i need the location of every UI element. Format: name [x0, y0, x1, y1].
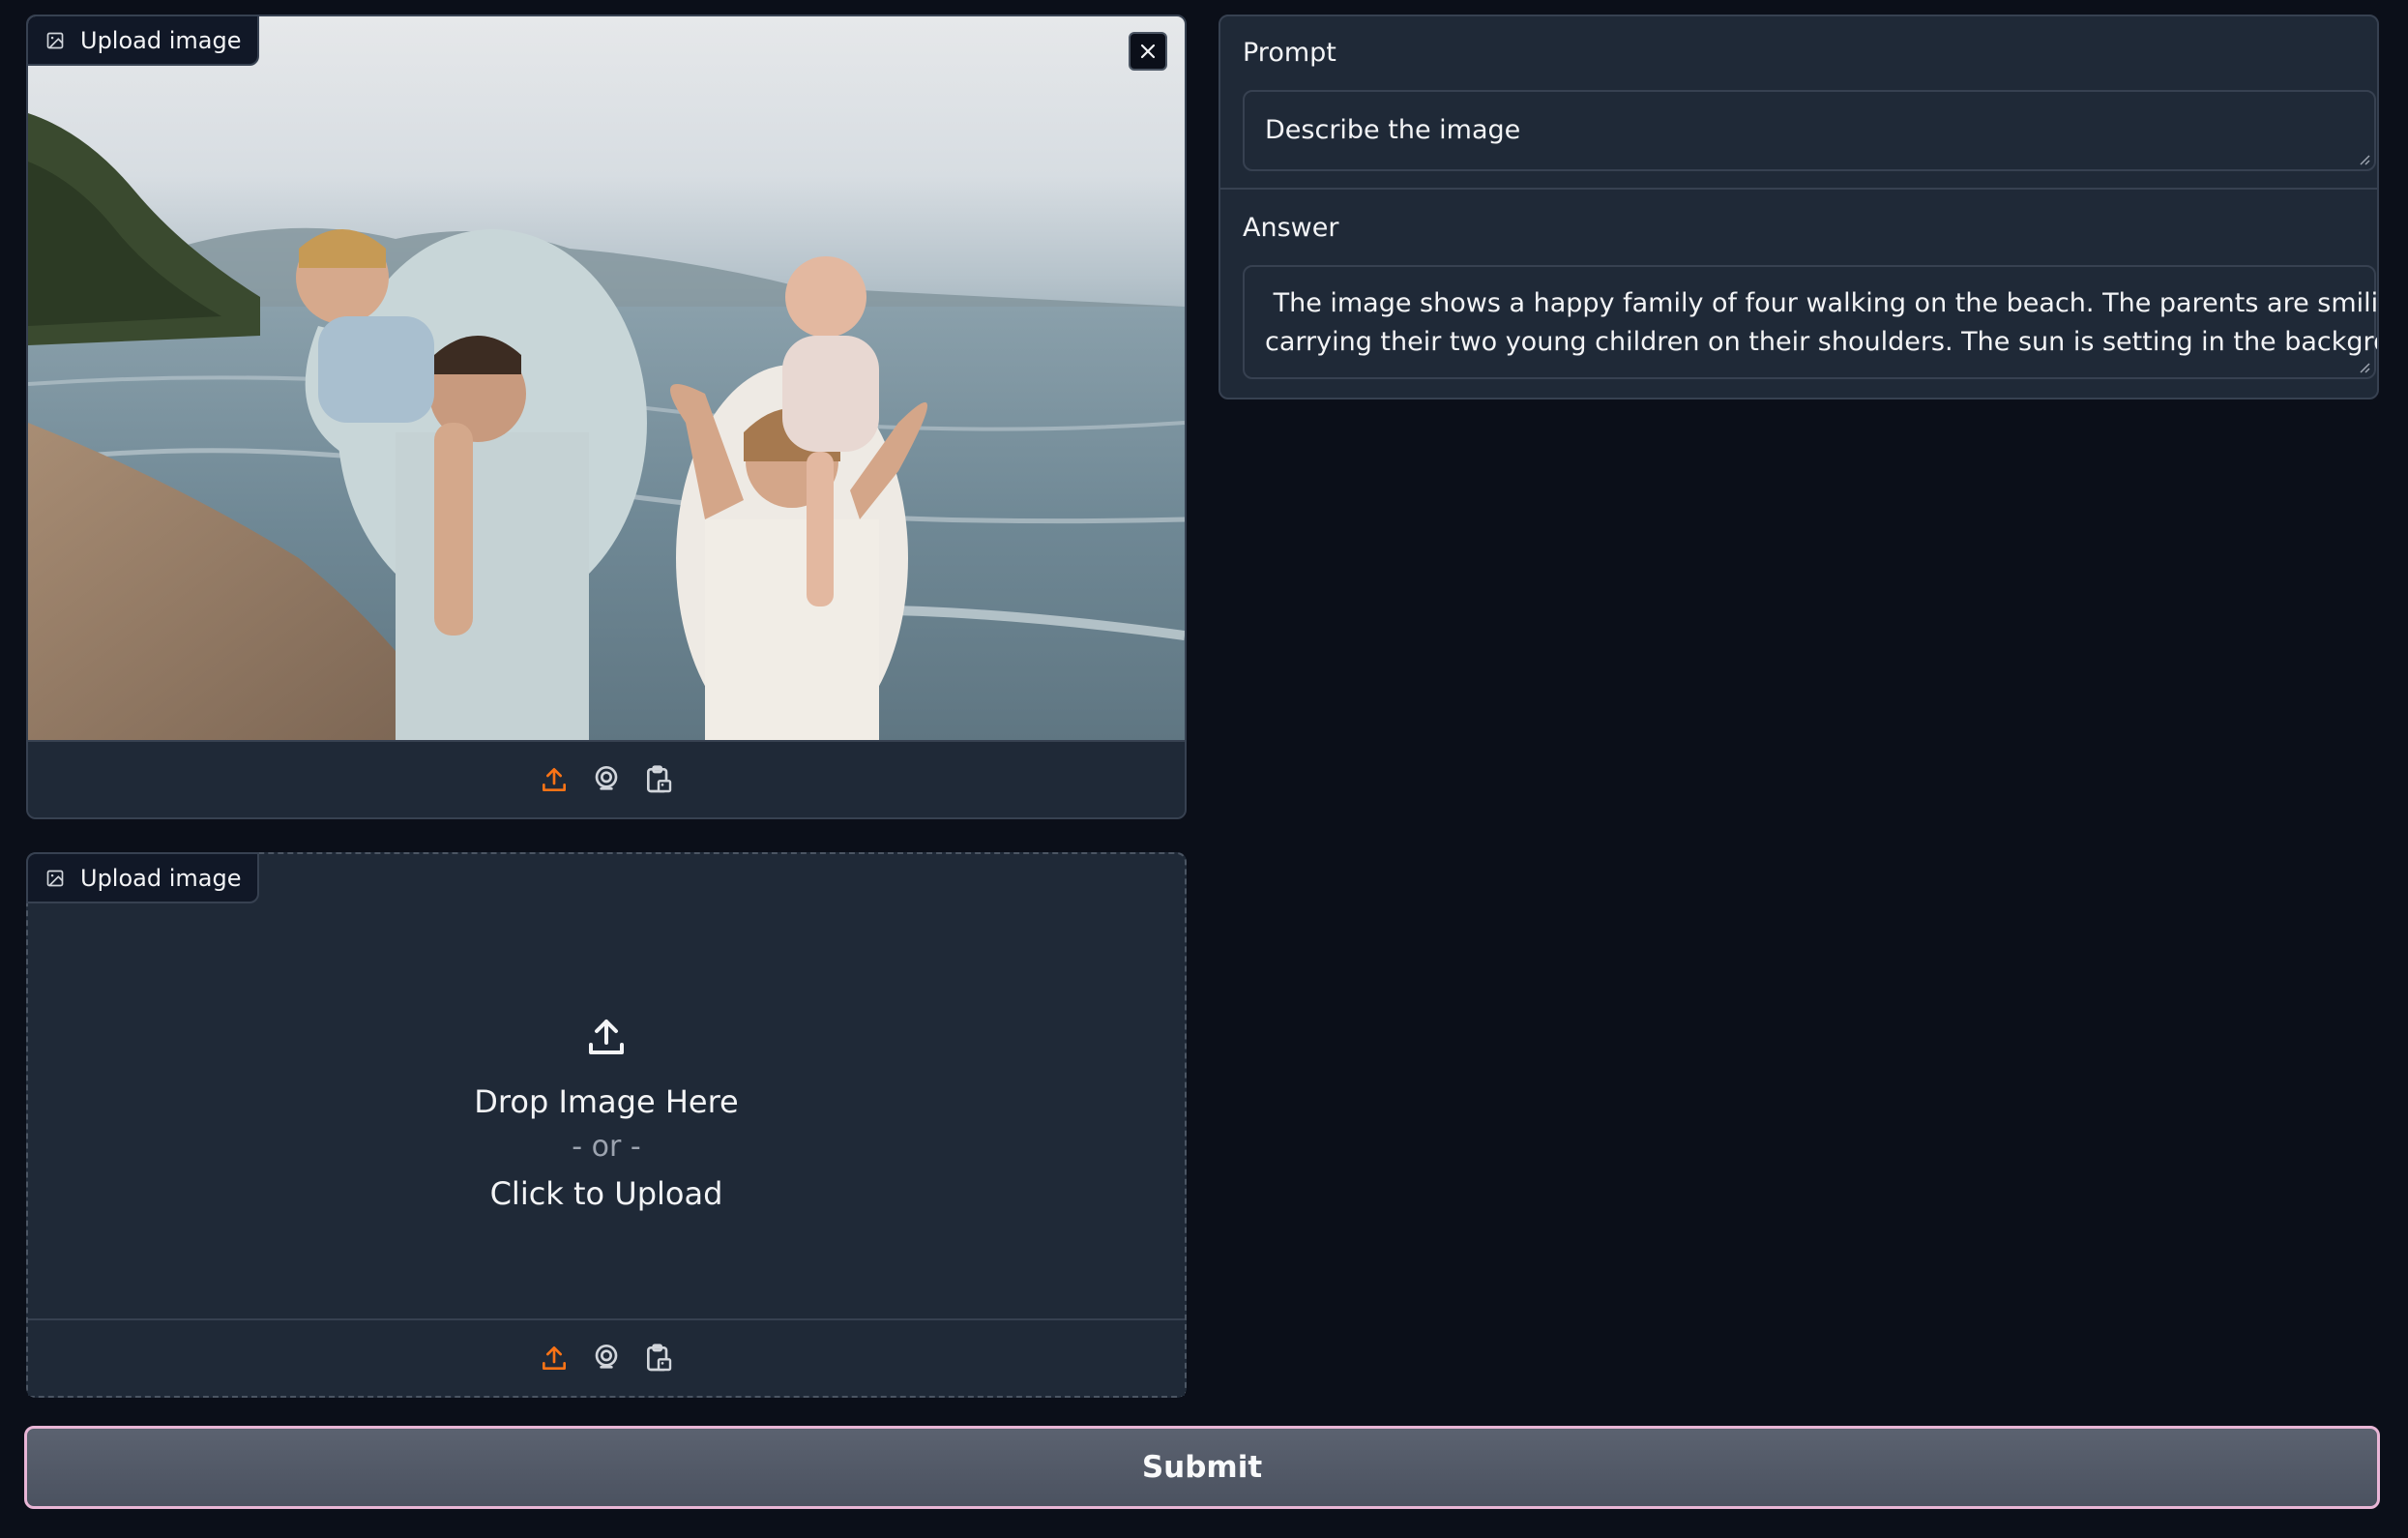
image-input-2[interactable]: Upload image Drop Image Here - or - Clic…	[26, 852, 1187, 1398]
image-drop-zone[interactable]: Drop Image Here - or - Click to Upload	[28, 912, 1185, 1318]
clear-image-button[interactable]	[1129, 32, 1167, 71]
image-icon	[46, 32, 64, 48]
prompt-value: Describe the image	[1265, 115, 1521, 145]
resize-handle-icon[interactable]	[2357, 152, 2370, 165]
resize-handle-icon[interactable]	[2357, 360, 2370, 373]
image-input-1[interactable]: Upload image	[26, 15, 1187, 819]
click-to-upload[interactable]: Click to Upload	[490, 1170, 723, 1217]
upload-icon	[543, 768, 566, 791]
upload-image-label-2: Upload image	[80, 864, 242, 892]
uploaded-photo	[28, 16, 1185, 742]
clipboard-icon	[647, 1344, 672, 1372]
prompt-textarea[interactable]: Describe the image	[1243, 90, 2376, 171]
clipboard-source-button-2[interactable]	[641, 1339, 676, 1377]
answer-line-2: carrying their two young children on the…	[1265, 327, 2379, 357]
webcam-source-button-2[interactable]	[589, 1339, 624, 1377]
answer-textarea[interactable]: The image shows a happy family of four w…	[1243, 265, 2379, 379]
submit-button[interactable]: Submit	[24, 1426, 2380, 1509]
upload-icon	[589, 1020, 624, 1054]
webcam-icon	[595, 766, 618, 790]
close-icon	[1140, 44, 1156, 59]
clipboard-icon	[647, 765, 672, 793]
upload-source-button-2[interactable]	[537, 1339, 572, 1377]
upload-image-label: Upload image	[80, 26, 242, 54]
webcam-source-button[interactable]	[589, 760, 624, 799]
upload-icon	[543, 1346, 566, 1370]
answer-label: Answer	[1243, 213, 1339, 243]
divider	[1220, 188, 2377, 190]
answer-line-1: The image shows a happy family of four w…	[1265, 288, 2379, 318]
prompt-label: Prompt	[1243, 38, 1336, 68]
drop-or: - or -	[572, 1130, 641, 1164]
clipboard-source-button[interactable]	[641, 760, 676, 799]
image-source-toolbar-2	[28, 1318, 1185, 1396]
image-icon	[46, 870, 64, 886]
text-panel: Prompt Describe the image Answer The ima…	[1219, 15, 2379, 399]
upload-source-button[interactable]	[537, 760, 572, 799]
drop-title: Drop Image Here	[474, 1083, 739, 1120]
webcam-icon	[595, 1345, 618, 1369]
upload-image-badge: Upload image	[28, 16, 260, 66]
upload-image-badge-2: Upload image	[26, 852, 260, 903]
image-source-toolbar	[28, 740, 1185, 817]
